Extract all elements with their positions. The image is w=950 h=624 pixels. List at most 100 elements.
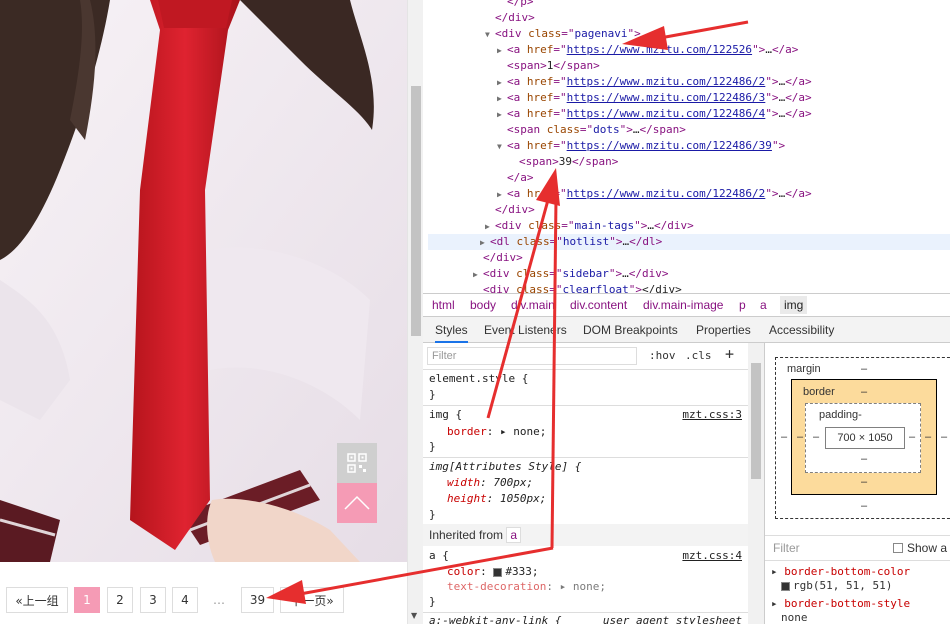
page-link-4[interactable]: 4	[172, 587, 198, 613]
dom-node-line[interactable]: </p>	[497, 0, 534, 10]
breadcrumb-item[interactable]: a	[760, 298, 767, 312]
triangle-collapsed-icon[interactable]: ▶	[480, 235, 490, 251]
dom-node-line[interactable]: </a>	[497, 170, 534, 186]
dom-node-line[interactable]: ▶ <a href="https://www.mzitu.com/122486/2…	[497, 186, 812, 202]
tab-styles[interactable]: Styles	[435, 323, 468, 343]
dom-node-line[interactable]: ▶ <a href="https://www.mzitu.com/122486/2…	[497, 74, 812, 90]
breadcrumb-item[interactable]: body	[470, 298, 496, 312]
page-dots: …	[206, 587, 232, 613]
page-link-2[interactable]: 2	[107, 587, 133, 613]
dom-node-line[interactable]: ▼ <div class="pagenavi">	[485, 26, 641, 42]
dom-node-line[interactable]: </div>	[485, 10, 535, 26]
breadcrumb-item[interactable]: p	[739, 298, 746, 312]
border-right-value[interactable]: –	[925, 431, 931, 443]
page-link-39[interactable]: 39	[241, 587, 274, 613]
dom-node-line[interactable]: <span>1</span>	[497, 58, 600, 74]
margin-left-value[interactable]: –	[781, 431, 787, 443]
margin-top-value[interactable]: –	[861, 363, 867, 375]
border-bottom-value[interactable]: –	[861, 476, 867, 488]
padding-right-value[interactable]: –	[909, 431, 915, 443]
href-link[interactable]: https://www.mzitu.com/122486/2	[567, 75, 766, 88]
hov-toggle[interactable]: :hov	[649, 349, 676, 362]
computed-prop-row[interactable]: ▸ border-bottom-color	[771, 565, 910, 578]
scroll-down-icon[interactable]: ▼	[411, 611, 417, 620]
box-model-content-size[interactable]: 700 × 1050	[825, 427, 905, 449]
href-link[interactable]: https://www.mzitu.com/122486/2	[567, 187, 766, 200]
dom-token: ">	[608, 267, 623, 280]
tab-properties[interactable]: Properties	[696, 323, 751, 337]
href-link[interactable]: https://www.mzitu.com/122486/39	[567, 139, 772, 152]
dom-node-line[interactable]: ▶ <div class="main-tags">…</div>	[485, 218, 694, 234]
prev-group-link[interactable]: «上一组	[6, 587, 68, 613]
text-decoration-decl[interactable]: text-decoration: ▸ none;	[447, 579, 606, 595]
border-top-value[interactable]: –	[861, 386, 867, 398]
dom-node-line[interactable]: <span class="dots">…</span>	[497, 122, 686, 138]
color-swatch[interactable]	[493, 567, 503, 577]
triangle-collapsed-icon[interactable]: ▶	[497, 187, 507, 203]
triangle-collapsed-icon[interactable]: ▶	[497, 107, 507, 123]
border-left-value[interactable]: –	[797, 431, 803, 443]
dom-node-line[interactable]: <span>39</span>	[509, 154, 618, 170]
color-decl[interactable]: color: #333;	[447, 564, 539, 580]
breadcrumb-item[interactable]: div.content	[570, 298, 627, 312]
breadcrumb-item[interactable]: div.main	[511, 298, 555, 312]
styles-scrollbar-thumb[interactable]	[751, 363, 761, 479]
inherited-tag-link[interactable]: a	[506, 527, 522, 543]
page-link-3[interactable]: 3	[140, 587, 166, 613]
dom-node-line[interactable]: </div>	[473, 250, 523, 266]
page-current: 1	[74, 587, 100, 613]
breadcrumb-item[interactable]: html	[432, 298, 455, 312]
triangle-collapsed-icon[interactable]: ▶	[497, 75, 507, 91]
img-rule-source-link[interactable]: mzt.css:3	[682, 407, 742, 423]
styles-scrollbar[interactable]	[748, 343, 764, 624]
padding-bottom-value[interactable]: –	[861, 453, 867, 465]
show-all-checkbox[interactable]: Show a	[893, 541, 947, 555]
triangle-expanded-icon[interactable]: ▼	[497, 139, 507, 155]
tab-event-listeners[interactable]: Event Listeners	[484, 323, 567, 337]
dom-token: class	[528, 27, 562, 40]
back-to-top-button[interactable]	[337, 483, 377, 523]
cls-toggle[interactable]: .cls	[685, 349, 712, 362]
triangle-collapsed-icon[interactable]: ▶	[497, 43, 507, 59]
next-page-link[interactable]: 下一页»	[280, 587, 344, 613]
padding-left-value[interactable]: –	[813, 431, 819, 443]
tab-accessibility[interactable]: Accessibility	[769, 323, 834, 337]
new-rule-button[interactable]: +	[725, 345, 734, 363]
dom-node-line[interactable]: <div class="clearfloat"></div>	[473, 282, 682, 293]
margin-right-value[interactable]: –	[941, 431, 947, 443]
page-scrollbar-thumb[interactable]	[411, 86, 421, 336]
element-style-selector[interactable]: element.style {	[429, 371, 528, 387]
dom-node-line[interactable]: ▶ <dl class="hotlist">…</dl>	[428, 234, 950, 250]
width-decl: width: 700px;	[447, 476, 534, 489]
dom-token: ="	[553, 107, 567, 120]
dom-node-line[interactable]: ▶ <a href="https://www.mzitu.com/122486/4…	[497, 106, 812, 122]
href-link[interactable]: https://www.mzitu.com/122526	[567, 43, 752, 56]
href-link[interactable]: https://www.mzitu.com/122486/4	[567, 107, 766, 120]
a-rule-selector[interactable]: a {	[429, 548, 449, 564]
dom-node-line[interactable]: ▶ <a href="https://www.mzitu.com/122486/3…	[497, 90, 812, 106]
inherited-header: Inherited from a	[423, 524, 748, 546]
breadcrumb-item[interactable]: img	[780, 296, 808, 314]
styles-filter-input[interactable]: Filter	[427, 347, 637, 365]
qrcode-button[interactable]	[337, 443, 377, 483]
margin-bottom-value[interactable]: –	[861, 500, 867, 512]
dom-token: </a>	[507, 171, 534, 184]
dom-node-line[interactable]: </div>	[485, 202, 535, 218]
a-rule-source-link[interactable]: mzt.css:4	[682, 548, 742, 564]
triangle-collapsed-icon[interactable]: ▶	[497, 91, 507, 107]
computed-filter-input[interactable]: Filter	[773, 541, 800, 555]
dom-node-line[interactable]: ▶ <div class="sidebar">…</div>	[473, 266, 668, 282]
img-rule-selector[interactable]: img {	[429, 407, 462, 423]
tab-dom-breakpoints[interactable]: DOM Breakpoints	[583, 323, 678, 337]
triangle-collapsed-icon[interactable]: ▶	[485, 219, 495, 235]
dom-node-line[interactable]: ▶ <a href="https://www.mzitu.com/122526">…	[497, 42, 798, 58]
computed-prop-row[interactable]: ▸ border-bottom-style	[771, 597, 910, 610]
img-border-decl[interactable]: border: ▸ none;	[447, 424, 546, 440]
href-link[interactable]: https://www.mzitu.com/122486/3	[567, 91, 766, 104]
triangle-collapsed-icon[interactable]: ▶	[473, 267, 483, 283]
page-scrollbar[interactable]: ▼	[407, 0, 423, 624]
breadcrumb-item[interactable]: div.main-image	[643, 298, 723, 312]
dom-token: class	[516, 267, 550, 280]
dom-node-line[interactable]: ▼ <a href="https://www.mzitu.com/122486/3…	[497, 138, 785, 154]
triangle-expanded-icon[interactable]: ▼	[485, 27, 495, 43]
